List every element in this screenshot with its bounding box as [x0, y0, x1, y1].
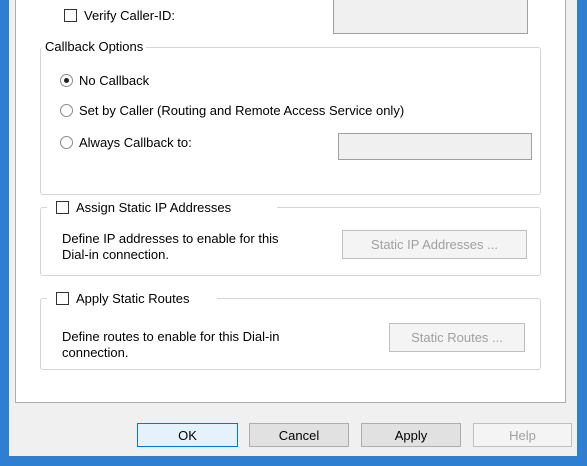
no-callback-radio[interactable]	[60, 74, 73, 87]
static-ip-label: Assign Static IP Addresses	[76, 200, 232, 215]
static-routes-checkbox[interactable]	[56, 292, 69, 305]
static-routes-button[interactable]: Static Routes ...	[389, 323, 525, 352]
static-ip-description-2: Dial-in connection.	[62, 247, 169, 262]
verify-caller-id-checkbox[interactable]	[64, 9, 77, 22]
window-frame-left	[0, 0, 9, 466]
static-routes-label: Apply Static Routes	[76, 291, 190, 306]
cancel-button[interactable]: Cancel	[249, 423, 349, 447]
callback-options-title: Callback Options	[42, 39, 147, 54]
verify-caller-id-label: Verify Caller-ID:	[84, 8, 176, 23]
window-frame-bottom	[0, 456, 587, 466]
static-ip-description-1: Define IP addresses to enable for this	[62, 231, 279, 246]
static-routes-description-1: Define routes to enable for this Dial-in	[62, 329, 280, 344]
window-frame-right	[577, 0, 587, 466]
help-button[interactable]: Help	[473, 423, 572, 447]
always-callback-label: Always Callback to:	[79, 135, 192, 150]
callback-options-group	[40, 47, 541, 195]
ok-button[interactable]: OK	[137, 423, 238, 447]
static-ip-addresses-button[interactable]: Static IP Addresses ...	[342, 230, 527, 259]
set-by-caller-label: Set by Caller (Routing and Remote Access…	[79, 103, 405, 118]
set-by-caller-radio[interactable]	[60, 104, 73, 117]
dial-in-tab-panel: Verify Caller-ID: Callback Options No Ca…	[15, 0, 566, 403]
apply-button[interactable]: Apply	[361, 423, 461, 447]
callback-number-input[interactable]	[338, 133, 532, 160]
no-callback-label: No Callback	[79, 73, 150, 88]
static-routes-description-2: connection.	[62, 345, 129, 360]
always-callback-radio[interactable]	[60, 136, 73, 149]
static-ip-checkbox[interactable]	[56, 201, 69, 214]
verify-caller-id-input[interactable]	[333, 0, 528, 34]
